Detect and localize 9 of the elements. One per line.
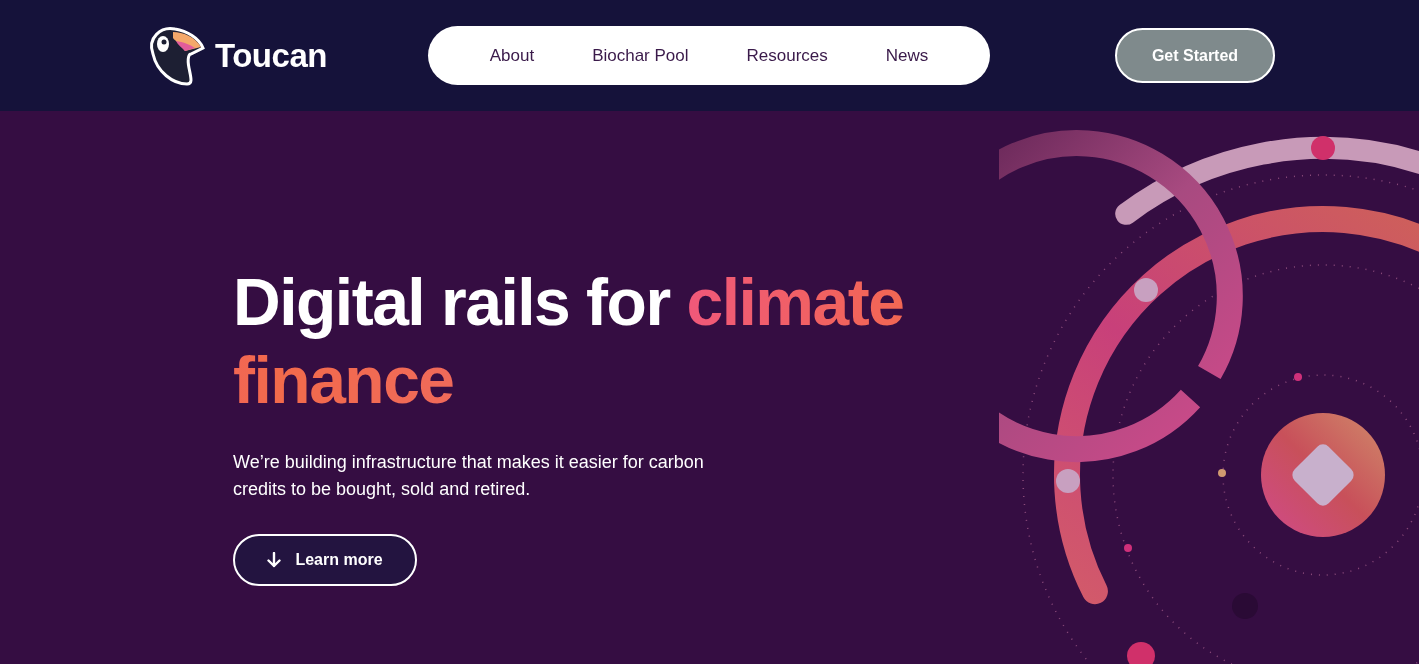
nav-link[interactable]: Resources bbox=[717, 45, 857, 66]
brand-name: Toucan bbox=[215, 36, 327, 75]
nav-link[interactable]: About bbox=[460, 45, 564, 66]
get-started-button[interactable]: Get Started bbox=[1115, 28, 1275, 83]
nav-link[interactable]: Biochar Pool bbox=[563, 45, 718, 66]
hero-description: We’re building infrastructure that makes it easier for carbon credits to be bought, sold and retired. bbox=[233, 451, 705, 501]
arrow-down-icon bbox=[267, 552, 282, 568]
nav-link[interactable]: News bbox=[856, 45, 958, 66]
learn-more-button[interactable]: Learn more bbox=[233, 534, 417, 586]
